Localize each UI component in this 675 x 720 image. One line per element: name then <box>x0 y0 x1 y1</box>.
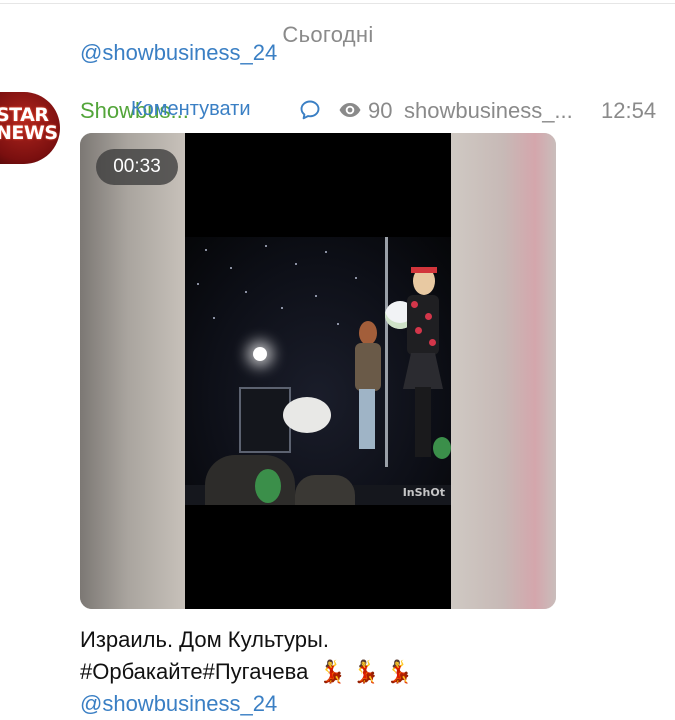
views-eye-icon <box>338 101 362 119</box>
comment-link[interactable]: Коментувати <box>131 98 251 121</box>
caption-channel-link[interactable]: @showbusiness_24 <box>80 688 670 720</box>
dancer-emoji-icon: 💃 💃 💃 <box>318 659 413 684</box>
caption-line-2: #Орбакайте#Пугачева 💃 💃 💃 <box>80 656 670 688</box>
channel-avatar[interactable]: STAR NEWS <box>0 92 60 164</box>
post-caption: Израиль. Дом Культуры. #Орбакайте#Пугаче… <box>80 624 670 720</box>
video-player[interactable]: InShOt 00:33 <box>80 133 556 609</box>
comment-bubble-icon[interactable] <box>298 98 322 122</box>
date-separator: Сьогодні <box>282 22 374 47</box>
post-header: Showbus... Коментувати 90 showbusiness_.… <box>80 96 670 124</box>
top-divider <box>0 3 675 4</box>
avatar-logo-text: STAR NEWS <box>0 104 58 144</box>
post-time: 12:54 <box>601 98 657 123</box>
video-blur-left <box>80 133 185 609</box>
caption-line-1: Израиль. Дом Культуры. <box>80 627 329 652</box>
video-blur-right <box>451 133 556 609</box>
video-watermark: InShOt <box>402 486 445 499</box>
video-frame: InShOt <box>185 133 451 609</box>
previous-post-link[interactable]: @showbusiness_24 <box>80 40 277 66</box>
caption-hashtags[interactable]: #Орбакайте#Пугачева <box>80 659 308 684</box>
post-signature: showbusiness_... <box>404 98 573 123</box>
video-duration-badge: 00:33 <box>96 149 178 185</box>
video-stage-image: InShOt <box>185 237 451 505</box>
views-count: 90 <box>368 98 393 123</box>
